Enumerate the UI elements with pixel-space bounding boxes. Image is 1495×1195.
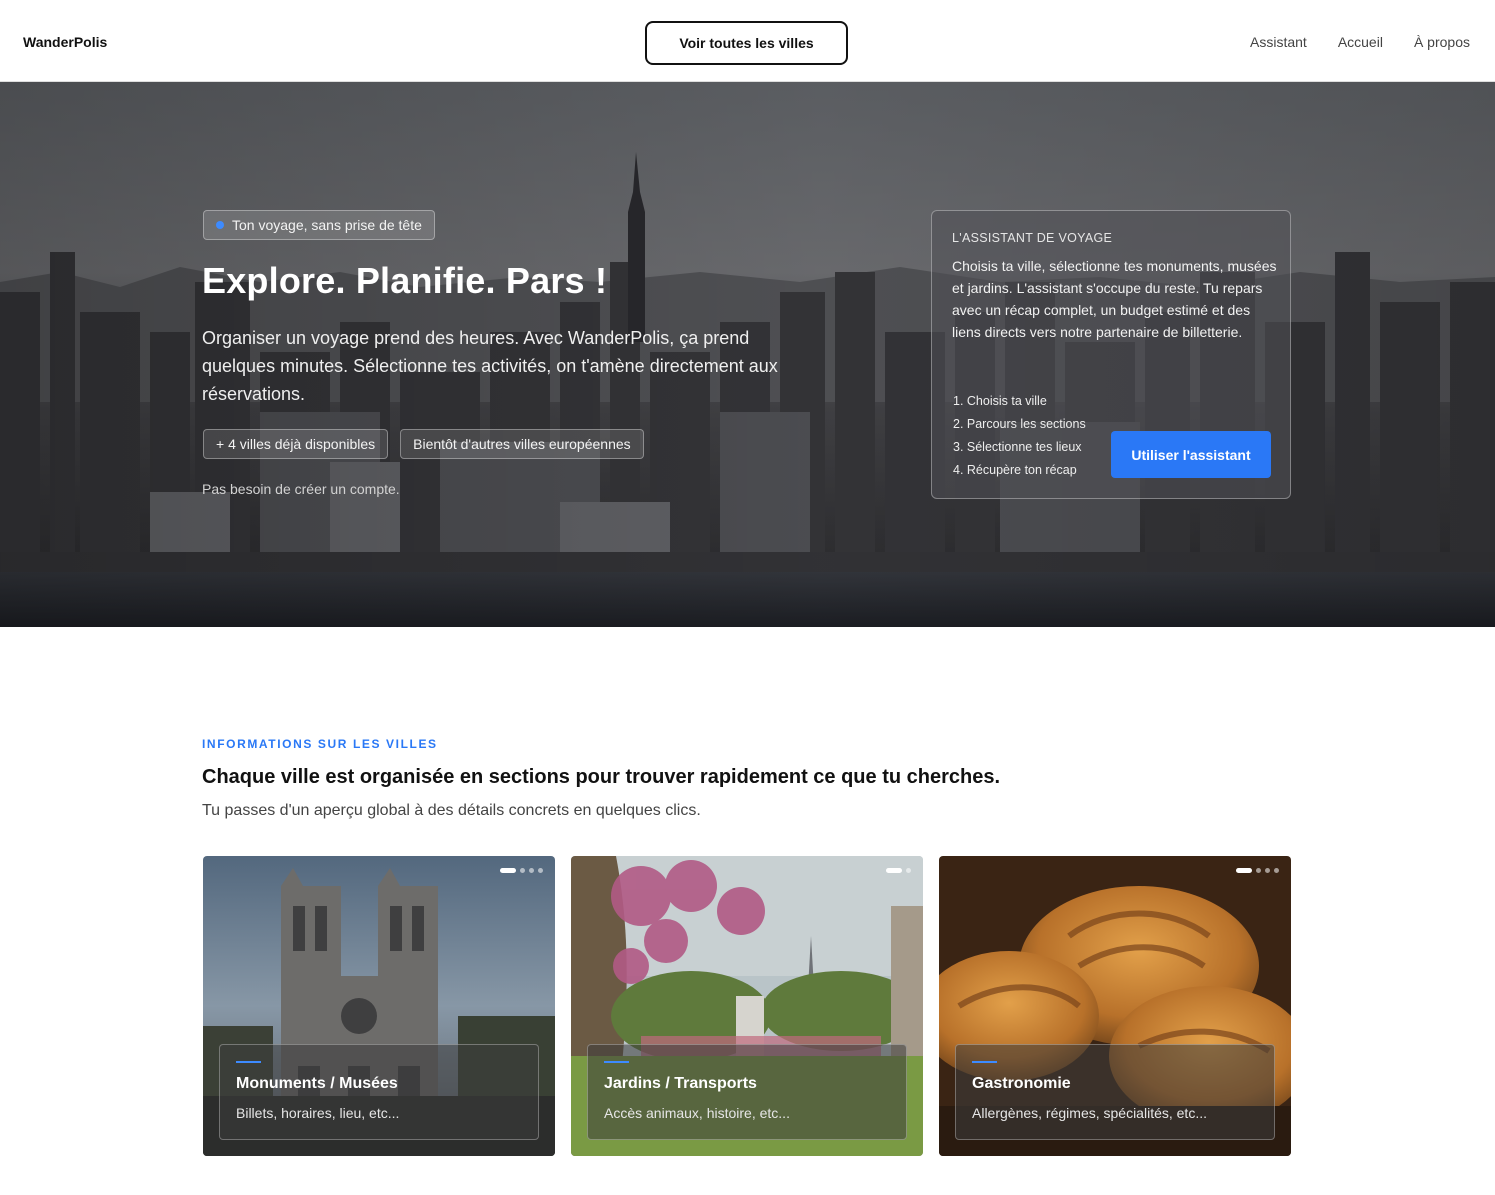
hero-badge: Ton voyage, sans prise de tête [203, 210, 435, 240]
hero-chips: + 4 villes déjà disponibles Bientôt d'au… [203, 429, 644, 459]
section-kicker: INFORMATIONS SUR LES VILLES [202, 737, 438, 751]
card-caption: Monuments / Musées Billets, horaires, li… [219, 1044, 539, 1140]
card-title: Jardins / Transports [604, 1075, 757, 1092]
carousel-dot[interactable] [520, 868, 525, 873]
carousel-dot[interactable] [1265, 868, 1270, 873]
chip-cities-available: + 4 villes déjà disponibles [203, 429, 389, 459]
card-caption: Jardins / Transports Accès animaux, hist… [587, 1044, 907, 1140]
hero-title: Explore. Planifie. Pars ! [202, 260, 608, 301]
nav-link-assistant[interactable]: Assistant [1250, 34, 1307, 50]
card-subtitle: Accès animaux, histoire, etc... [604, 1105, 790, 1121]
assistant-step: 4. Récupère ton récap [953, 463, 1077, 477]
carousel-dots [1236, 868, 1279, 873]
carousel-dot[interactable] [538, 868, 543, 873]
hero-subtitle: Organiser un voyage prend des heures. Av… [202, 328, 778, 404]
carousel-dot[interactable] [500, 868, 516, 873]
carousel-dot[interactable] [906, 868, 911, 873]
assistant-step: 3. Sélectionne tes lieux [953, 440, 1082, 454]
card-monuments-museums[interactable]: Monuments / Musées Billets, horaires, li… [203, 856, 555, 1156]
card-subtitle: Allergènes, régimes, spécialités, etc... [972, 1105, 1207, 1121]
use-assistant-button[interactable]: Utiliser l'assistant [1111, 431, 1271, 478]
hero-section: Ton voyage, sans prise de tête Explore. … [0, 82, 1495, 627]
assistant-step: 1. Choisis ta ville [953, 394, 1047, 408]
accent-bar [972, 1061, 997, 1063]
nav-link-home[interactable]: Accueil [1338, 34, 1383, 50]
carousel-dot[interactable] [1256, 868, 1261, 873]
assistant-step: 2. Parcours les sections [953, 417, 1086, 431]
carousel-dot[interactable] [1236, 868, 1252, 873]
site-logo[interactable]: WanderPolis [23, 34, 107, 50]
assistant-steps: 1. Choisis ta ville 2. Parcours les sect… [953, 391, 1086, 483]
carousel-dots [886, 868, 911, 873]
section-subtitle: Tu passes d'un aperçu global à des détai… [202, 802, 701, 819]
view-all-cities-button[interactable]: Voir toutes les villes [645, 21, 848, 65]
carousel-dot[interactable] [529, 868, 534, 873]
top-header: WanderPolis Voir toutes les villes Assis… [0, 0, 1495, 82]
assistant-description: Choisis ta ville, sélectionne tes monume… [952, 258, 1277, 340]
carousel-dots [500, 868, 543, 873]
card-gastronomy[interactable]: Gastronomie Allergènes, régimes, spécial… [939, 856, 1291, 1156]
carousel-dot[interactable] [1274, 868, 1279, 873]
hero-badge-label: Ton voyage, sans prise de tête [232, 217, 422, 233]
nav-link-about[interactable]: À propos [1414, 34, 1470, 50]
card-subtitle: Billets, horaires, lieu, etc... [236, 1105, 400, 1121]
assistant-kicker: L'ASSISTANT DE VOYAGE [952, 231, 1113, 245]
card-title: Monuments / Musées [236, 1075, 398, 1092]
assistant-card: L'ASSISTANT DE VOYAGE Choisis ta ville, … [931, 210, 1291, 499]
main-nav: Assistant Accueil À propos [1250, 34, 1470, 50]
accent-bar [604, 1061, 629, 1063]
card-caption: Gastronomie Allergènes, régimes, spécial… [955, 1044, 1275, 1140]
card-gardens-transports[interactable]: Jardins / Transports Accès animaux, hist… [571, 856, 923, 1156]
card-title: Gastronomie [972, 1075, 1071, 1092]
blue-dot-icon [216, 221, 224, 229]
carousel-dot[interactable] [886, 868, 902, 873]
section-title: Chaque ville est organisée en sections p… [202, 766, 1001, 788]
hero-note: Pas besoin de créer un compte. [202, 481, 400, 497]
accent-bar [236, 1061, 261, 1063]
chip-coming-soon: Bientôt d'autres villes européennes [400, 429, 644, 459]
